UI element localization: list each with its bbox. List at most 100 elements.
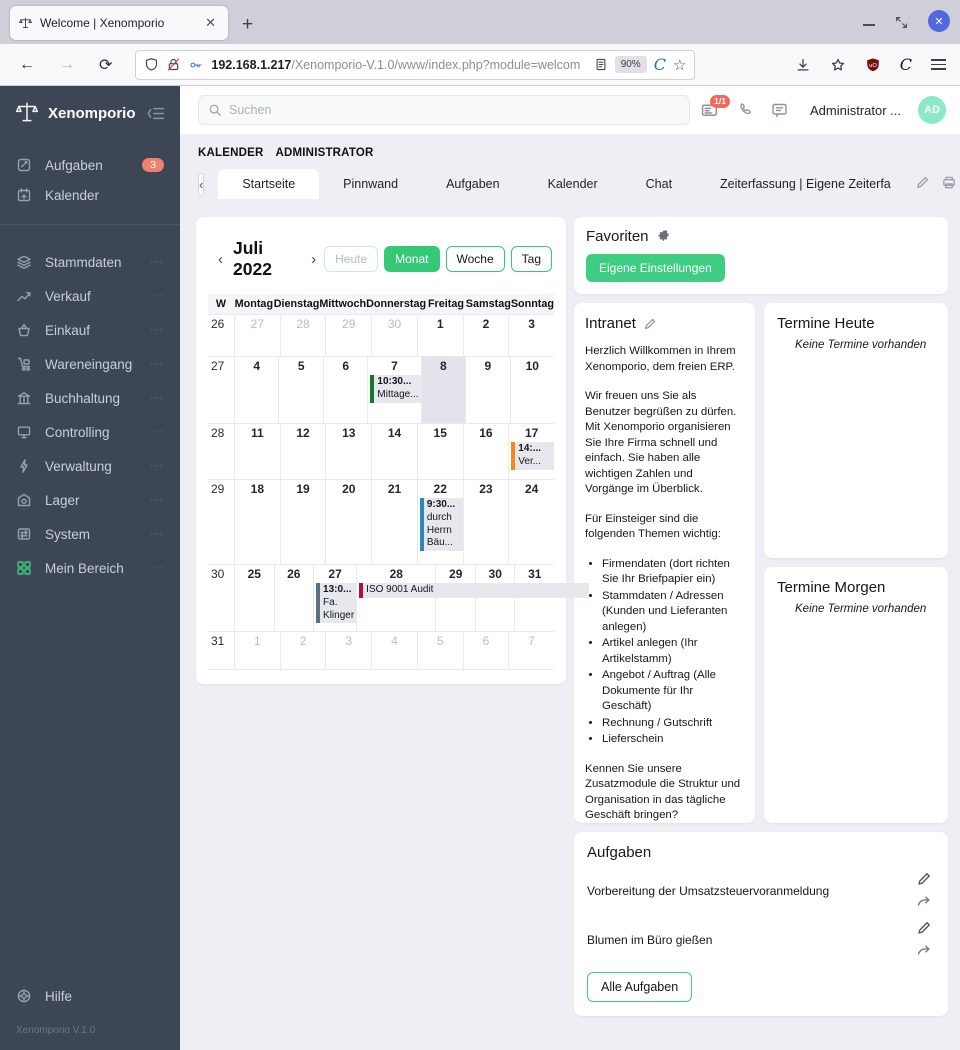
reader-mode-icon[interactable] bbox=[594, 57, 608, 72]
calendar-day[interactable]: 2 bbox=[279, 632, 326, 669]
sidebar-item-verwaltung[interactable]: Verwaltung ··· bbox=[0, 449, 180, 483]
page-tab-aufgaben[interactable]: Aufgaben bbox=[422, 169, 524, 199]
calendar-day[interactable]: 28 ISO 9001 Audit bbox=[356, 565, 589, 631]
sidebar-item-options-dots[interactable]: ··· bbox=[150, 324, 164, 336]
global-search[interactable] bbox=[198, 95, 690, 125]
sidebar-item-verkauf[interactable]: Verkauf ··· bbox=[0, 279, 180, 313]
sidebar-item-aufgaben[interactable]: Aufgaben 3 bbox=[0, 150, 180, 180]
calendar-day[interactable]: 4 bbox=[371, 632, 417, 669]
sidebar-item-buchhaltung[interactable]: Buchhaltung ··· bbox=[0, 381, 180, 415]
edit-pencil-icon[interactable] bbox=[915, 175, 930, 190]
sidebar-item-einkauf[interactable]: Einkauf ··· bbox=[0, 313, 180, 347]
back-button[interactable]: ← bbox=[10, 56, 44, 74]
reload-button[interactable]: ⟳ bbox=[90, 55, 121, 75]
breadcrumb-item[interactable]: ADMINISTRATOR bbox=[276, 147, 374, 159]
sidebar-item-options-dots[interactable]: ··· bbox=[150, 290, 164, 302]
calendar-day[interactable]: 23 bbox=[462, 480, 509, 564]
calendar-day[interactable]: 26 bbox=[273, 565, 314, 631]
calendar-event[interactable]: ISO 9001 Audit bbox=[359, 583, 589, 598]
sidebar-item-system[interactable]: System ··· bbox=[0, 517, 180, 551]
calendar-day[interactable]: 5 bbox=[416, 632, 463, 669]
phone-icon[interactable] bbox=[737, 102, 754, 119]
sidebar-item-mein-bereich[interactable]: Mein Bereich ··· bbox=[0, 551, 180, 585]
calendar-day[interactable]: 9 bbox=[465, 357, 509, 423]
calendar-prev-icon[interactable]: ‹ bbox=[210, 251, 231, 268]
sidebar-item-controlling[interactable]: Controlling ··· bbox=[0, 415, 180, 449]
calendar-day[interactable]: 25 bbox=[234, 565, 274, 631]
window-close-button[interactable]: ✕ bbox=[928, 10, 950, 32]
calendar-day[interactable]: 5 bbox=[278, 357, 322, 423]
sidebar-item-options-dots[interactable]: ··· bbox=[150, 528, 164, 540]
sidebar-item-options-dots[interactable]: ··· bbox=[150, 460, 164, 472]
calendar-day[interactable]: 31 bbox=[514, 565, 554, 631]
calendar-day[interactable]: 1 bbox=[416, 315, 463, 356]
calendar-event[interactable]: 10:30... Mittage... bbox=[370, 375, 421, 403]
calendar-day-today[interactable]: 8 bbox=[420, 357, 466, 423]
eigene-einstellungen-button[interactable]: Eigene Einstellungen bbox=[586, 254, 725, 282]
page-tab-pinnwand[interactable]: Pinnwand bbox=[319, 169, 422, 199]
search-input[interactable] bbox=[229, 103, 680, 117]
browser-tab[interactable]: Welcome | Xenomporio ✕ bbox=[10, 6, 228, 40]
calendar-day[interactable]: 20 bbox=[325, 480, 371, 564]
tracking-shield-icon[interactable] bbox=[144, 57, 159, 72]
calendar-day[interactable]: 30 bbox=[474, 565, 515, 631]
window-restore-button[interactable] bbox=[895, 16, 908, 29]
window-minimize-button[interactable] bbox=[863, 24, 875, 26]
calendar-day[interactable]: 2 bbox=[462, 315, 509, 356]
calendar-day[interactable]: 6 bbox=[462, 632, 509, 669]
calendar-day[interactable]: 27 bbox=[234, 315, 280, 356]
calendar-day-button[interactable]: Tag bbox=[510, 246, 552, 272]
calendar-next-icon[interactable]: › bbox=[303, 251, 324, 268]
sidebar-item-lager[interactable]: Lager ··· bbox=[0, 483, 180, 517]
bookmark-star-icon[interactable]: ☆ bbox=[673, 56, 686, 74]
sidebar-item-options-dots[interactable]: ··· bbox=[150, 256, 164, 268]
downloads-icon[interactable] bbox=[795, 57, 811, 73]
sidebar-item-stammdaten[interactable]: Stammdaten ··· bbox=[0, 245, 180, 279]
chat-icon[interactable] bbox=[771, 102, 789, 119]
sidebar-item-options-dots[interactable]: ··· bbox=[150, 494, 164, 506]
gear-icon[interactable] bbox=[656, 229, 671, 244]
calendar-day[interactable]: 30 bbox=[371, 315, 417, 356]
sidebar-item-options-dots[interactable]: ··· bbox=[150, 426, 164, 438]
user-avatar[interactable]: AD bbox=[918, 96, 946, 124]
calendar-day[interactable]: 12 bbox=[279, 424, 326, 479]
calendar-day[interactable]: 10 bbox=[509, 357, 554, 423]
calendar-day[interactable]: 3 bbox=[325, 632, 371, 669]
extension-c-toolbar-icon[interactable]: C bbox=[900, 55, 912, 74]
zoom-level-badge[interactable]: 90% bbox=[614, 56, 647, 73]
calendar-day[interactable]: 13 bbox=[325, 424, 371, 479]
calendar-day[interactable]: 15 bbox=[416, 424, 463, 479]
calendar-day[interactable]: 4 bbox=[234, 357, 278, 423]
task-forward-icon[interactable] bbox=[916, 943, 932, 959]
page-back-button[interactable]: ‹ bbox=[198, 172, 205, 196]
calendar-day[interactable]: 1 bbox=[234, 632, 280, 669]
calendar-day[interactable]: 24 bbox=[508, 480, 554, 564]
extension-c-urlbar-icon[interactable]: C bbox=[654, 55, 666, 74]
ublock-origin-icon[interactable]: uO bbox=[865, 57, 881, 73]
calendar-day[interactable]: 11 bbox=[234, 424, 280, 479]
calendar-today-button[interactable]: Heute bbox=[324, 246, 379, 272]
calendar-day[interactable]: 28 bbox=[279, 315, 326, 356]
calendar-day[interactable]: 29 bbox=[435, 565, 475, 631]
sidebar-item-options-dots[interactable]: ··· bbox=[150, 562, 164, 574]
calendar-day[interactable]: 3 bbox=[508, 315, 554, 356]
calendar-event[interactable]: 14:... Ver... bbox=[511, 442, 554, 470]
calendar-day[interactable]: 19 bbox=[279, 480, 326, 564]
alle-aufgaben-button[interactable]: Alle Aufgaben bbox=[587, 972, 693, 1002]
task-edit-pencil-icon[interactable] bbox=[916, 920, 932, 936]
calendar-day[interactable]: 14 bbox=[371, 424, 417, 479]
calendar-day[interactable]: 7 10:30... Mittage... bbox=[367, 357, 421, 423]
calendar-day[interactable]: 7 bbox=[508, 632, 554, 669]
page-tab-startseite[interactable]: Startseite bbox=[218, 169, 320, 199]
calendar-day[interactable]: 29 bbox=[325, 315, 371, 356]
new-tab-button[interactable]: + bbox=[242, 14, 253, 36]
page-tab-zeiterfassung[interactable]: Zeiterfassung | Eigene Zeiterfa bbox=[696, 169, 915, 199]
insecure-lock-icon[interactable] bbox=[166, 57, 181, 72]
tab-close-icon[interactable]: ✕ bbox=[201, 15, 220, 31]
calendar-day[interactable]: 27 13:0... Fa. Klinger bbox=[313, 565, 357, 631]
messages-icon[interactable]: 1/1 bbox=[701, 94, 730, 119]
sidebar-item-wareneingang[interactable]: Wareneingang ··· bbox=[0, 347, 180, 381]
sidebar-item-options-dots[interactable]: ··· bbox=[150, 358, 164, 370]
sidebar-item-options-dots[interactable]: ··· bbox=[150, 392, 164, 404]
breadcrumb-item[interactable]: KALENDER bbox=[198, 147, 264, 159]
